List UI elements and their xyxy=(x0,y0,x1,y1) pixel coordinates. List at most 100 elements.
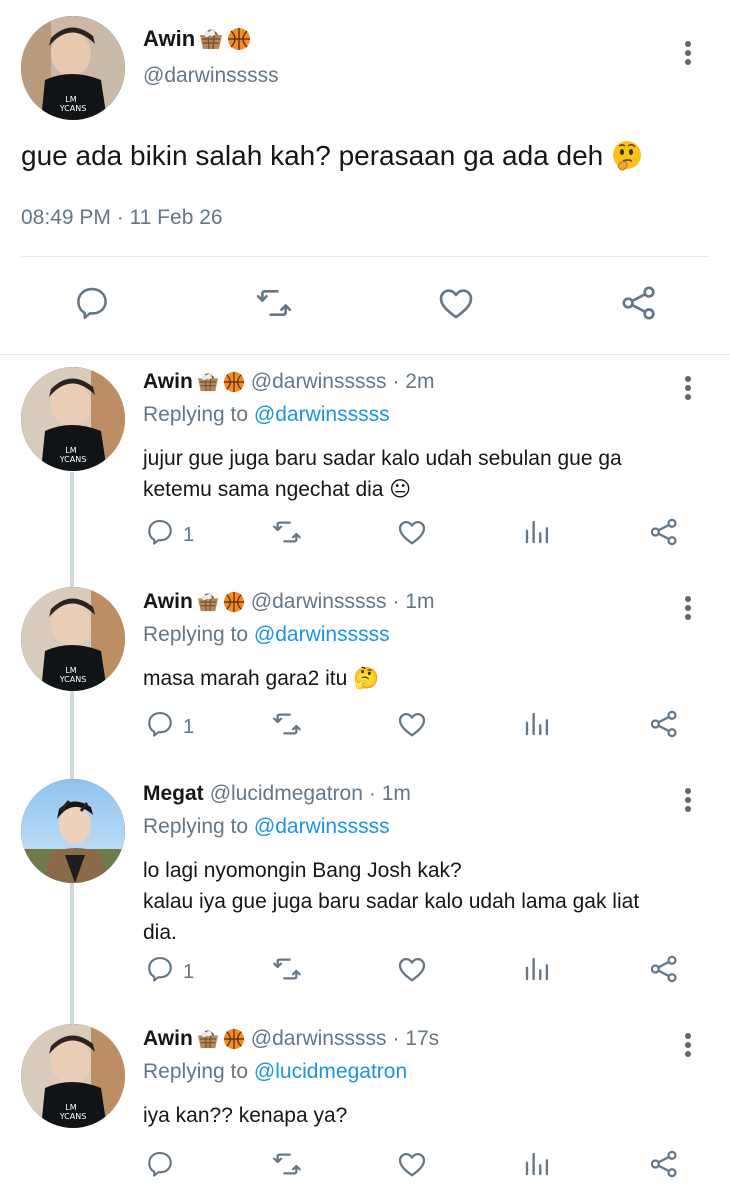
timestamp[interactable]: 08:49 PM · 11 Feb 26 xyxy=(21,206,223,230)
avatar[interactable]: LM YCANS xyxy=(21,367,125,471)
replying-to: Replying to @darwinsssss xyxy=(143,403,390,426)
reply-header: Awin @darwinsssss · 1m xyxy=(143,590,434,614)
basketball-emoji-icon xyxy=(223,371,245,393)
author-handle[interactable]: @lucidmegatron xyxy=(210,782,363,806)
avatar[interactable]: LM YCANS xyxy=(21,587,125,691)
share-button[interactable] xyxy=(617,283,661,327)
tweet-text: gue ada bikin salah kah? perasaan ga ada… xyxy=(21,140,643,172)
author-handle[interactable]: @darwinsssss xyxy=(251,590,387,614)
replying-to-link[interactable]: @darwinsssss xyxy=(254,403,390,426)
like-button[interactable] xyxy=(396,710,428,744)
thread-connector xyxy=(70,472,74,1025)
share-icon xyxy=(648,1148,680,1186)
replying-to-link[interactable]: @lucidmegatron xyxy=(254,1060,407,1083)
author-name[interactable]: Awin xyxy=(143,370,245,394)
more-options-icon[interactable] xyxy=(676,373,700,403)
reply-action-bar: 1 xyxy=(0,518,730,552)
retweet-button[interactable] xyxy=(271,955,303,989)
heart-icon xyxy=(396,953,428,991)
share-button[interactable] xyxy=(648,518,680,552)
replying-to-link[interactable]: @darwinsssss xyxy=(254,815,390,838)
reply-icon xyxy=(73,284,111,327)
main-action-bar xyxy=(0,283,730,327)
author-handle[interactable]: @darwinsssss xyxy=(143,64,279,88)
reply-action-bar: 1 xyxy=(0,710,730,744)
share-icon xyxy=(619,283,659,328)
avatar[interactable]: LM YCANS xyxy=(21,1024,125,1128)
retweet-button[interactable] xyxy=(271,518,303,552)
more-options-icon[interactable] xyxy=(676,1030,700,1060)
like-button[interactable] xyxy=(396,518,428,552)
reply-header: Megat @lucidmegatron · 1m xyxy=(143,782,411,806)
share-button[interactable] xyxy=(648,1150,680,1184)
author-name[interactable]: Awin xyxy=(143,590,245,614)
svg-text:LM: LM xyxy=(65,1103,76,1112)
reply-count: 1 xyxy=(183,960,195,983)
author-handle[interactable]: @darwinsssss xyxy=(251,370,387,394)
reply-header: Awin @darwinsssss · 17s xyxy=(143,1027,439,1051)
reply-count: 1 xyxy=(183,715,195,738)
reply-action-bar xyxy=(0,1150,730,1184)
reply-count: 1 xyxy=(183,523,195,546)
relative-time: · 1m xyxy=(392,590,435,613)
analytics-icon xyxy=(522,1149,552,1185)
replying-to-link[interactable]: @darwinsssss xyxy=(254,623,390,646)
analytics-button[interactable] xyxy=(522,955,552,989)
replying-to: Replying to @lucidmegatron xyxy=(143,1060,408,1083)
author-name[interactable]: Awin xyxy=(143,26,251,52)
like-button[interactable] xyxy=(396,955,428,989)
retweet-button[interactable] xyxy=(271,710,303,744)
heart-icon xyxy=(436,283,476,328)
author-name[interactable]: Megat xyxy=(143,782,204,806)
reply-text: iya kan?? kenapa ya? xyxy=(143,1104,348,1127)
svg-text:LM: LM xyxy=(65,666,76,675)
reply-icon xyxy=(145,1149,175,1185)
basketball-emoji-icon xyxy=(223,1028,245,1050)
basket-emoji-icon xyxy=(199,28,223,50)
more-options-icon[interactable] xyxy=(676,593,700,623)
analytics-icon xyxy=(522,709,552,745)
reply-button[interactable]: 1 xyxy=(145,710,194,744)
divider xyxy=(21,256,709,257)
retweet-button[interactable] xyxy=(271,1150,303,1184)
share-icon xyxy=(648,516,680,554)
svg-text:YCANS: YCANS xyxy=(59,1112,87,1121)
like-button[interactable] xyxy=(434,283,478,327)
reply-header: Awin @darwinsssss · 2m xyxy=(143,370,434,394)
analytics-icon xyxy=(522,954,552,990)
reply-action-bar: 1 xyxy=(0,955,730,989)
reply-button[interactable] xyxy=(70,283,114,327)
avatar[interactable] xyxy=(21,779,125,883)
relative-time: · 1m xyxy=(368,782,411,805)
share-button[interactable] xyxy=(648,710,680,744)
reply-icon xyxy=(145,517,175,553)
relative-time: · 17s xyxy=(392,1027,440,1050)
svg-text:YCANS: YCANS xyxy=(59,455,87,464)
retweet-icon xyxy=(271,516,303,554)
more-options-icon[interactable] xyxy=(676,38,700,68)
author-name[interactable]: Awin xyxy=(143,1027,245,1051)
reply-icon xyxy=(145,709,175,745)
analytics-button[interactable] xyxy=(522,710,552,744)
divider xyxy=(0,354,730,355)
share-button[interactable] xyxy=(648,955,680,989)
reply-button[interactable] xyxy=(145,1150,175,1184)
svg-text:LM: LM xyxy=(65,95,76,104)
reply-button[interactable]: 1 xyxy=(145,955,194,989)
svg-text:LM: LM xyxy=(65,446,76,455)
avatar[interactable]: LM YCANS xyxy=(21,16,125,120)
basket-emoji-icon xyxy=(197,592,219,612)
analytics-button[interactable] xyxy=(522,518,552,552)
reply-button[interactable]: 1 xyxy=(145,518,194,552)
more-options-icon[interactable] xyxy=(676,785,700,815)
reply-text: masa marah gara2 itu 🤔 xyxy=(143,667,380,690)
retweet-icon xyxy=(254,283,294,328)
reply-icon xyxy=(145,954,175,990)
author-handle[interactable]: @darwinsssss xyxy=(251,1027,387,1051)
retweet-button[interactable] xyxy=(252,283,296,327)
like-button[interactable] xyxy=(396,1150,428,1184)
reply-text: jujur gue juga baru sadar kalo udah sebu… xyxy=(143,447,622,501)
replying-to: Replying to @darwinsssss xyxy=(143,815,390,838)
retweet-icon xyxy=(271,953,303,991)
analytics-button[interactable] xyxy=(522,1150,552,1184)
